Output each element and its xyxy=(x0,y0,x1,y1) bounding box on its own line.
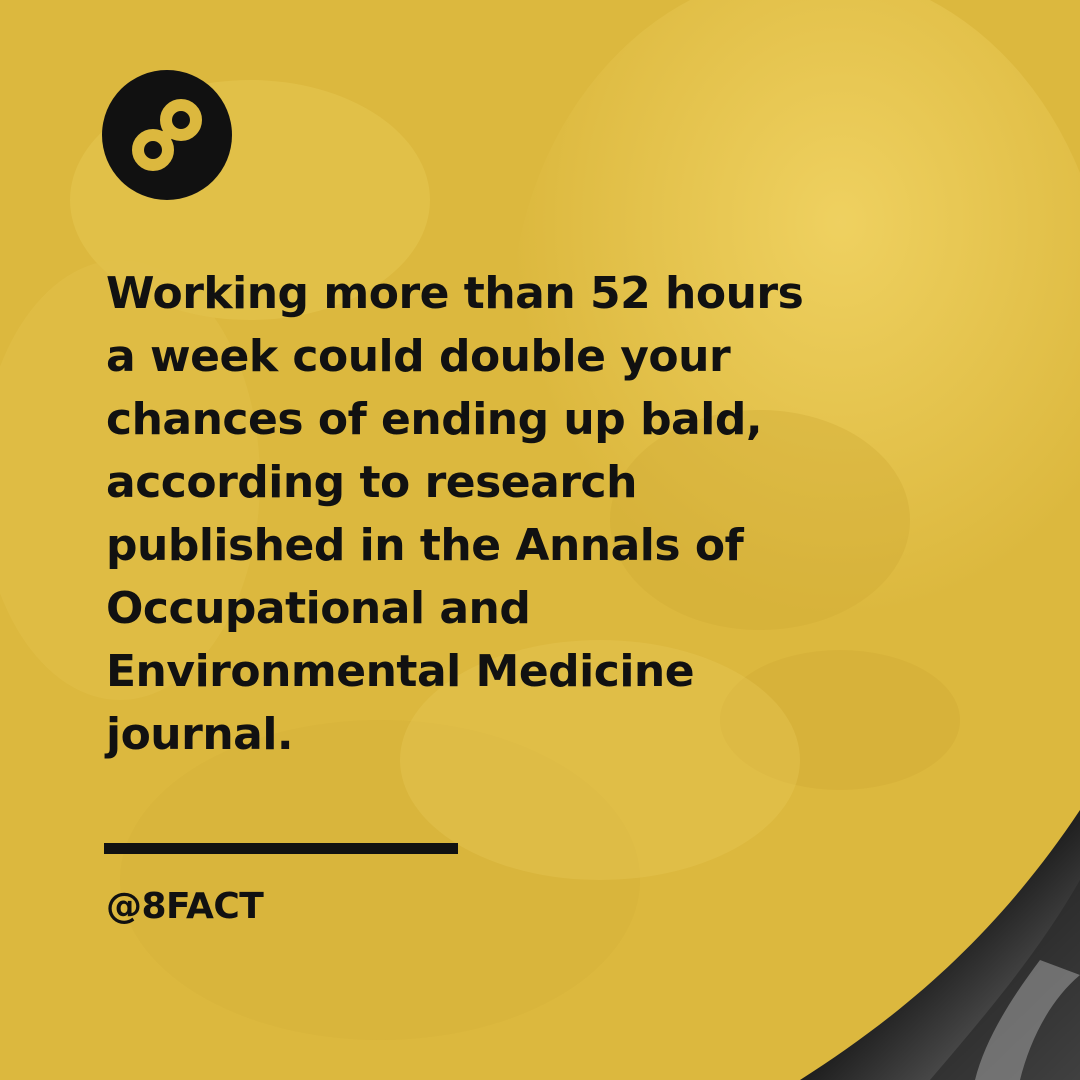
brand-handle: @8FACT xyxy=(106,886,264,927)
fact-post: Working more than 52 hours a week could … xyxy=(0,0,1080,1080)
fact-line: Occupational and xyxy=(106,583,531,634)
fact-line: chances of ending up bald, xyxy=(106,394,763,445)
fact-line: according to research xyxy=(106,457,637,508)
fact-line: journal. xyxy=(106,709,294,760)
fact-line: Environmental Medicine xyxy=(106,646,695,697)
fact-text: Working more than 52 hours a week could … xyxy=(106,262,826,766)
fact-line: a week could double your xyxy=(106,331,731,382)
infinity-8-icon xyxy=(102,70,232,200)
divider xyxy=(104,843,458,854)
fact-line: Working more than 52 hours xyxy=(106,268,804,319)
fact-line: published in the Annals of xyxy=(106,520,744,571)
